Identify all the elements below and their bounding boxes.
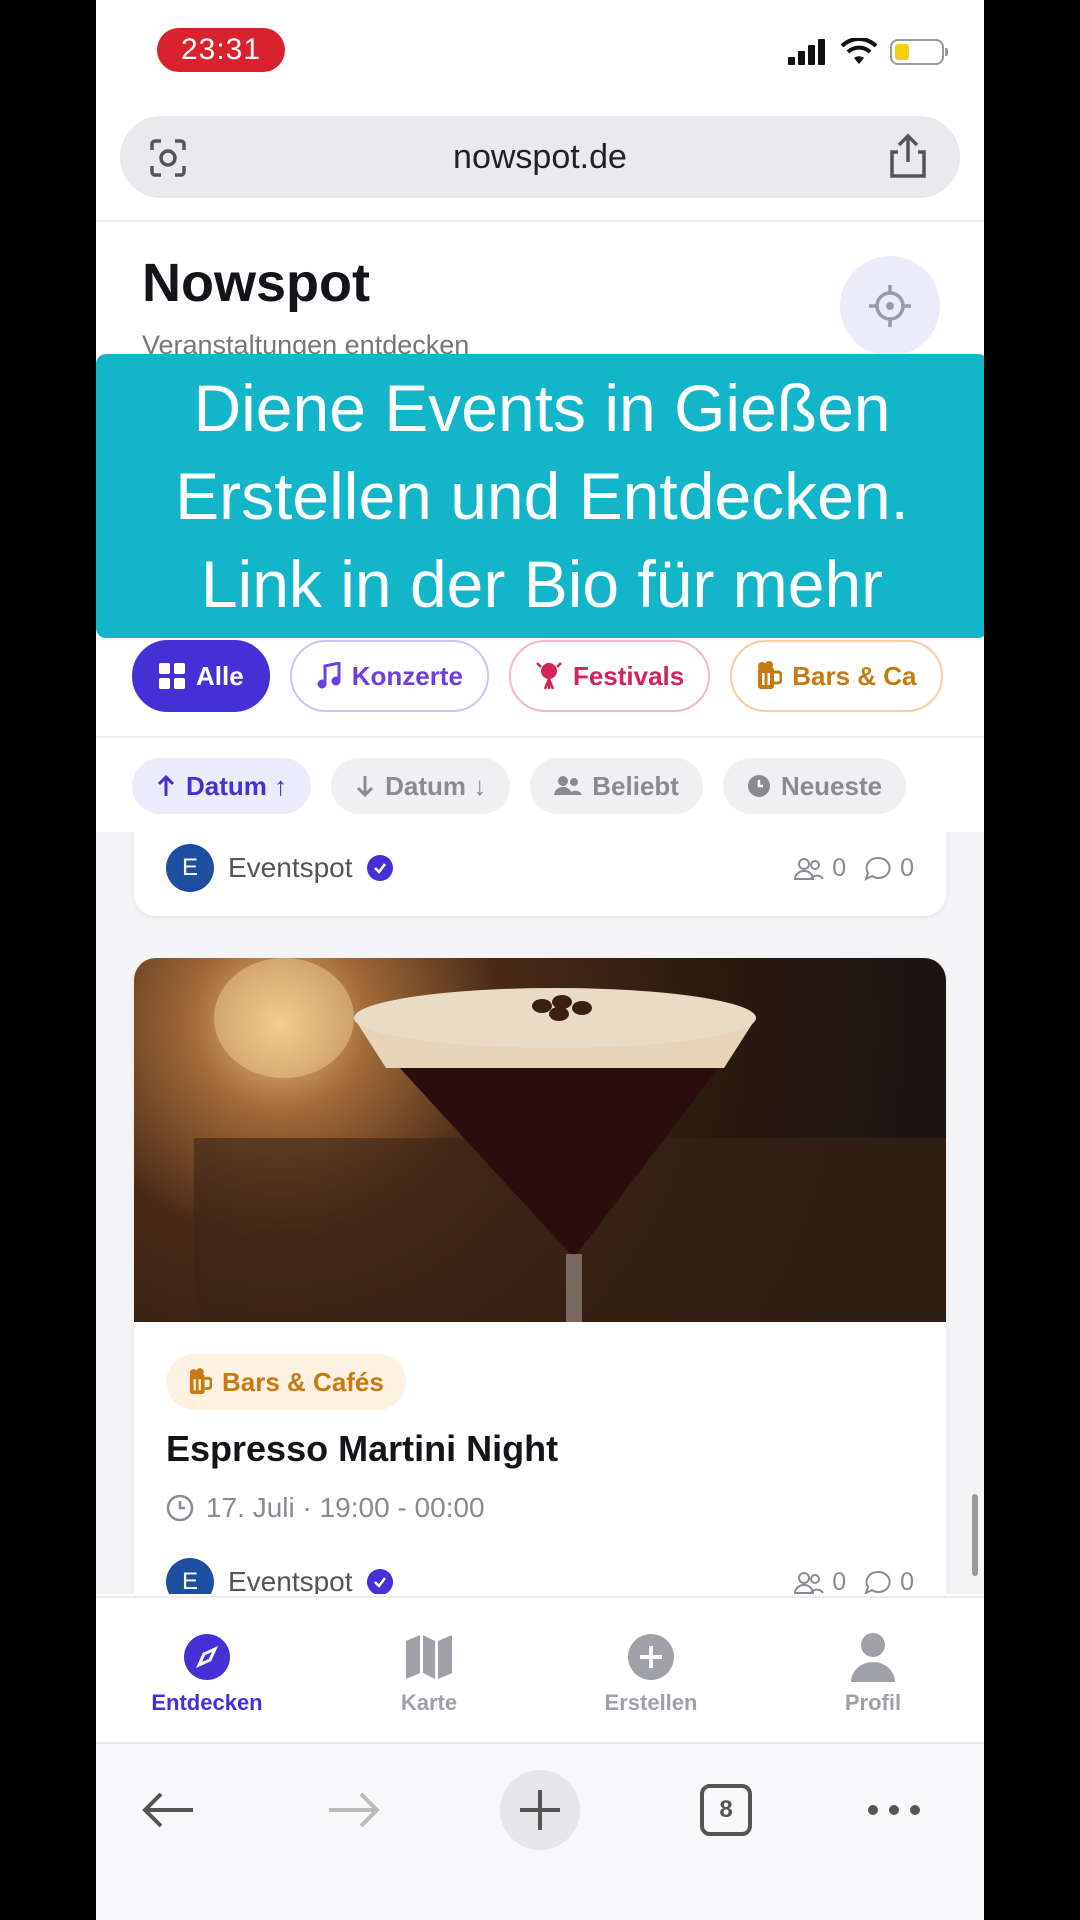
comment-icon [864,1570,891,1594]
clock-icon [747,775,770,797]
chip-label: Bars & Ca [792,660,917,691]
tab-karte[interactable]: Karte [318,1598,540,1742]
page-title: Nowspot [142,253,370,313]
crosshair-icon [869,285,911,327]
sort-newest[interactable]: Neueste [722,758,907,814]
sort-label: Datum ↑ [186,770,288,801]
banner-line: Link in der Bio für mehr [200,547,884,621]
tab-count: 8 [700,1784,752,1836]
attendee-count: 0 [832,854,847,882]
locate-button[interactable] [840,256,940,356]
comment-count: 0 [900,854,914,882]
sort-options: Datum ↑ Datum ↓ Beliebt Neueste [132,758,907,814]
avatar: E [166,844,214,892]
arrow-right-icon [329,1792,380,1828]
people-outline-icon [794,857,825,880]
banner-line: Erstellen und Entdecken. [175,459,909,533]
author-row: E Eventspot [166,844,393,892]
tabs-button[interactable]: 8 [686,1770,766,1850]
grid-icon [159,663,185,689]
tab-erstellen[interactable]: Erstellen [540,1598,762,1742]
event-stats: 0 0 [794,854,914,883]
category-label: Bars & Cafés [222,1366,384,1397]
verified-icon [366,855,393,881]
map-icon [404,1632,454,1682]
plus-icon [520,1790,560,1830]
sort-date-desc[interactable]: Datum ↓ [331,758,511,814]
avatar: E [166,1558,214,1594]
battery-icon [890,39,948,65]
event-title[interactable]: Espresso Martini Night [166,1428,558,1470]
url-bar[interactable]: nowspot.de [120,116,960,198]
comment-icon [864,856,891,881]
share-icon[interactable] [886,132,930,180]
category-chip-bars[interactable]: Bars & Ca [730,640,943,712]
tab-label: Entdecken [151,1690,263,1715]
new-tab-button[interactable] [500,1770,580,1850]
tab-profil[interactable]: Profil [762,1598,984,1742]
event-feed[interactable]: E Eventspot 0 0 Bars & Cafés Espresso Ma… [96,832,984,1594]
people-icon [554,776,583,795]
cocktail-image [194,958,946,1322]
category-chips: Alle Konzerte Festivals Bars & Ca [132,640,943,712]
tab-label: Erstellen [604,1690,698,1715]
plus-circle-icon [626,1632,676,1682]
author-name: Eventspot [228,1566,353,1594]
author-row: E Eventspot [166,1558,393,1594]
event-card[interactable]: E Eventspot 0 0 [134,832,946,916]
people-outline-icon [794,1571,825,1594]
back-button[interactable] [128,1770,208,1850]
more-dots-icon [868,1805,920,1815]
category-chip-alle[interactable]: Alle [132,640,270,712]
chip-label: Alle [196,660,244,691]
category-chip-konzerte[interactable]: Konzerte [289,640,489,712]
clock-outline-icon [166,1494,194,1522]
author-name: Eventspot [228,852,353,883]
url-text[interactable]: nowspot.de [120,116,960,198]
sort-label: Neueste [780,770,883,801]
verified-icon [366,1569,393,1594]
arrow-up-icon [157,774,175,796]
browser-toolbar: 8 [96,1742,984,1920]
event-time: 17. Juli · 19:00 - 00:00 [166,1492,485,1524]
arrow-left-icon [142,1792,193,1828]
music-note-icon [317,662,341,689]
more-button[interactable] [854,1770,934,1850]
beer-mug-icon [189,1368,212,1394]
tab-entdecken[interactable]: Entdecken [96,1598,318,1742]
chip-label: Festivals [572,660,685,691]
app-tab-bar: Entdecken Karte Erstellen Profil [96,1596,984,1742]
phone-screen: 23:31 nowspot.de Nowspot Veranstaltungen… [96,0,984,1920]
divider [96,736,984,738]
scrollbar[interactable] [972,1494,978,1576]
sort-popular[interactable]: Beliebt [530,758,703,814]
event-stats: 0 0 [794,1568,914,1594]
festival-icon [536,662,562,690]
forward-button[interactable] [314,1770,394,1850]
tab-label: Karte [400,1690,458,1715]
divider [96,220,984,222]
compass-icon [182,1632,232,1682]
event-photo [134,958,946,1322]
tab-label: Profil [844,1690,902,1715]
comment-count: 0 [900,1568,914,1594]
category-badge: Bars & Cafés [166,1354,406,1410]
beer-mug-icon [758,661,783,689]
category-chip-festivals[interactable]: Festivals [508,640,711,712]
signal-icon [788,39,825,65]
attendee-count: 0 [832,1568,847,1594]
sort-label: Beliebt [592,770,679,801]
sort-label: Datum ↓ [385,770,487,801]
status-time: 23:31 [157,28,285,72]
status-icons [788,38,948,66]
banner-line: Diene Events in Gießen [193,371,891,445]
sort-date-asc[interactable]: Datum ↑ [132,758,312,814]
chip-label: Konzerte [351,660,463,691]
wifi-icon [840,38,878,64]
event-card[interactable]: Bars & Cafés Espresso Martini Night 17. … [134,958,946,1594]
person-icon [848,1632,898,1682]
promo-banner: Diene Events in Gießen Erstellen und Ent… [96,354,984,638]
event-time-text: 17. Juli · 19:00 - 00:00 [206,1492,485,1523]
arrow-down-icon [357,776,374,798]
